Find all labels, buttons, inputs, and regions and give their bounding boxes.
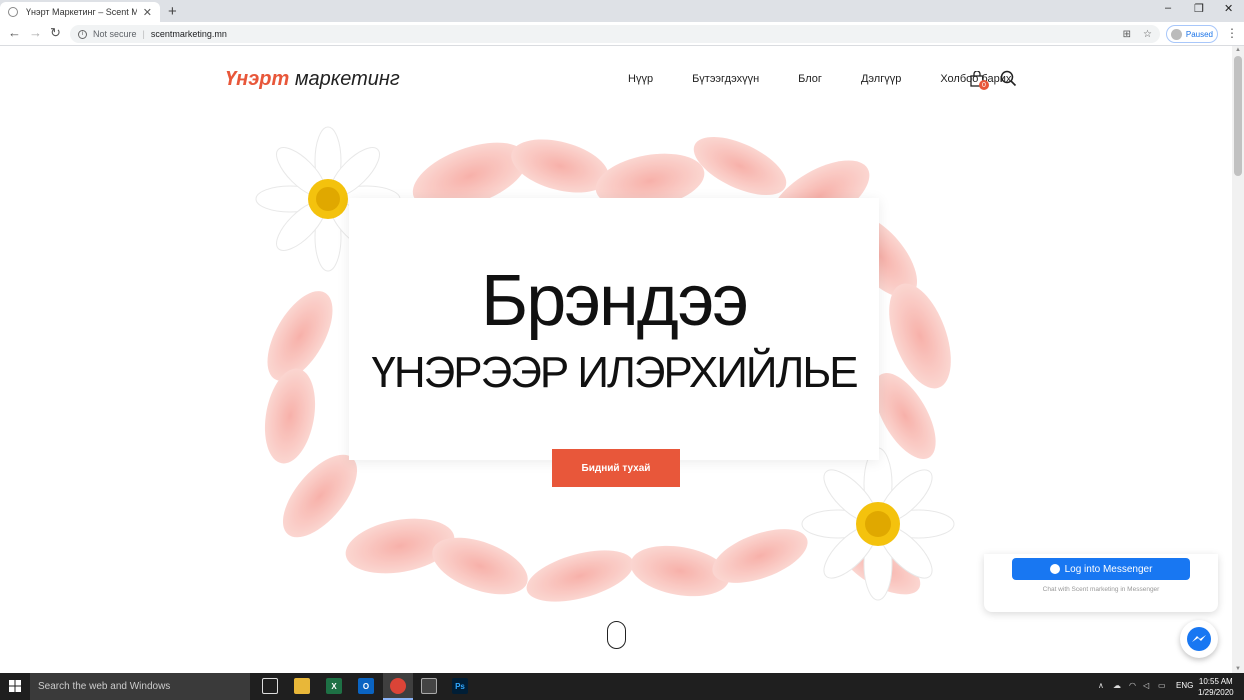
tab-close-icon[interactable]: ✕ xyxy=(143,6,152,19)
window-minimize-button[interactable]: – xyxy=(1165,2,1171,14)
browser-toolbar: ← → ↻ i Not secure | scentmarketing.mn ⊞… xyxy=(0,22,1244,46)
nav-item-products[interactable]: Бүтээгдэхүүн xyxy=(692,73,759,85)
onedrive-icon[interactable]: ☁ xyxy=(1113,681,1121,690)
volume-icon[interactable]: ◁ xyxy=(1143,681,1149,690)
cart-button[interactable]: 0 xyxy=(970,70,989,90)
nav-item-shop[interactable]: Дэлгүүр xyxy=(861,73,901,85)
daisy-bottom-right xyxy=(801,447,955,601)
url-text[interactable]: scentmarketing.mn xyxy=(151,29,227,39)
forward-arrow-icon[interactable]: → xyxy=(29,25,42,40)
translate-icon[interactable]: ⊞ xyxy=(1123,29,1131,40)
nav-item-blog[interactable]: Блог xyxy=(798,73,822,85)
browser-menu-icon[interactable]: ⋮ xyxy=(1226,26,1238,40)
about-us-button[interactable]: Бидний тухай xyxy=(552,449,680,487)
cart-count-badge: 0 xyxy=(979,80,989,90)
not-secure-label: Not secure xyxy=(93,29,137,39)
tray-chevron-icon[interactable]: ∧ xyxy=(1098,681,1104,690)
search-icon[interactable] xyxy=(1000,70,1017,87)
logo-accent: Үнэрт xyxy=(225,68,290,90)
scrollbar-thumb[interactable] xyxy=(1234,56,1242,176)
clock-time: 10:55 AM xyxy=(1198,677,1233,686)
scroll-down-icon[interactable]: ▼ xyxy=(1235,666,1241,672)
windows-start-icon[interactable] xyxy=(9,680,21,692)
new-tab-button[interactable]: + xyxy=(168,3,177,20)
logo-rest: маркетинг xyxy=(294,68,400,90)
page-viewport: Үнэрт маркетинг Нүүр Бүтээгдэхүүн Блог Д… xyxy=(0,46,1232,673)
messenger-chat-bubble[interactable] xyxy=(1180,620,1218,658)
back-arrow-icon[interactable]: ← xyxy=(8,25,21,40)
clock-date: 1/29/2020 xyxy=(1198,688,1234,697)
chrome-icon[interactable] xyxy=(390,678,406,694)
info-icon[interactable]: i xyxy=(78,29,87,39)
profile-status: Paused xyxy=(1185,29,1213,39)
window-restore-button[interactable]: ❐ xyxy=(1194,2,1204,15)
reload-icon[interactable]: ↻ xyxy=(50,25,61,41)
messenger-login-label: Log into Messenger xyxy=(1064,563,1153,575)
excel-icon[interactable]: X xyxy=(326,678,342,694)
address-bar[interactable]: i Not secure | scentmarketing.mn ⊞ ☆ xyxy=(70,25,1160,43)
task-view-icon[interactable] xyxy=(262,678,278,694)
hero-subtitle: ҮНЭРЭЭР ИЛЭРХИЙЛЬЕ xyxy=(371,348,858,397)
outlook-icon[interactable]: O xyxy=(358,678,374,694)
photoshop-icon[interactable]: Ps xyxy=(452,678,468,694)
taskbar-clock[interactable]: 10:55 AM 1/29/2020 xyxy=(1198,676,1234,698)
messenger-widget: Log into Messenger Chat with Scent marke… xyxy=(984,554,1218,612)
site-favicon-icon xyxy=(8,7,18,17)
taskbar-search-input[interactable]: Search the web and Windows xyxy=(30,673,250,700)
profile-button[interactable]: Paused xyxy=(1166,25,1218,43)
messenger-login-button[interactable]: Log into Messenger xyxy=(1012,558,1190,580)
page-scrollbar[interactable]: ▲ ▼ xyxy=(1232,46,1244,673)
bookmark-star-icon[interactable]: ☆ xyxy=(1143,29,1152,40)
avatar-icon xyxy=(1171,28,1182,40)
address-separator: | xyxy=(142,29,145,39)
browser-tabbar: Үнэрт Маркетинг – Scent Marke ✕ + – ❐ ✕ xyxy=(0,0,1244,22)
browser-tab[interactable]: Үнэрт Маркетинг – Scent Marke ✕ xyxy=(0,2,160,22)
nav-item-home[interactable]: Нүүр xyxy=(628,73,653,85)
notifications-icon[interactable]: ▭ xyxy=(1158,681,1166,690)
scroll-up-icon[interactable]: ▲ xyxy=(1235,47,1241,53)
messenger-icon xyxy=(1049,564,1060,574)
messenger-logo-icon xyxy=(1187,627,1211,651)
omnibox-actions: ⊞ ☆ xyxy=(1123,29,1152,40)
language-indicator[interactable]: ENG xyxy=(1176,681,1193,690)
scroll-mouse-icon[interactable] xyxy=(607,621,626,649)
window-close-button[interactable]: ✕ xyxy=(1224,2,1233,15)
hero-title: Брэндээ xyxy=(480,261,749,341)
site-logo[interactable]: Үнэрт маркетинг xyxy=(225,68,400,91)
wifi-icon[interactable]: ◠ xyxy=(1129,681,1136,690)
windows-taskbar: Search the web and Windows X O Ps ∧ ☁ ◠ … xyxy=(0,673,1244,700)
messenger-caption: Chat with Scent marketing in Messenger xyxy=(1042,586,1160,593)
media-app-icon[interactable] xyxy=(421,678,437,694)
file-explorer-icon[interactable] xyxy=(294,678,310,694)
tab-title: Үнэрт Маркетинг – Scent Marke xyxy=(26,7,137,17)
